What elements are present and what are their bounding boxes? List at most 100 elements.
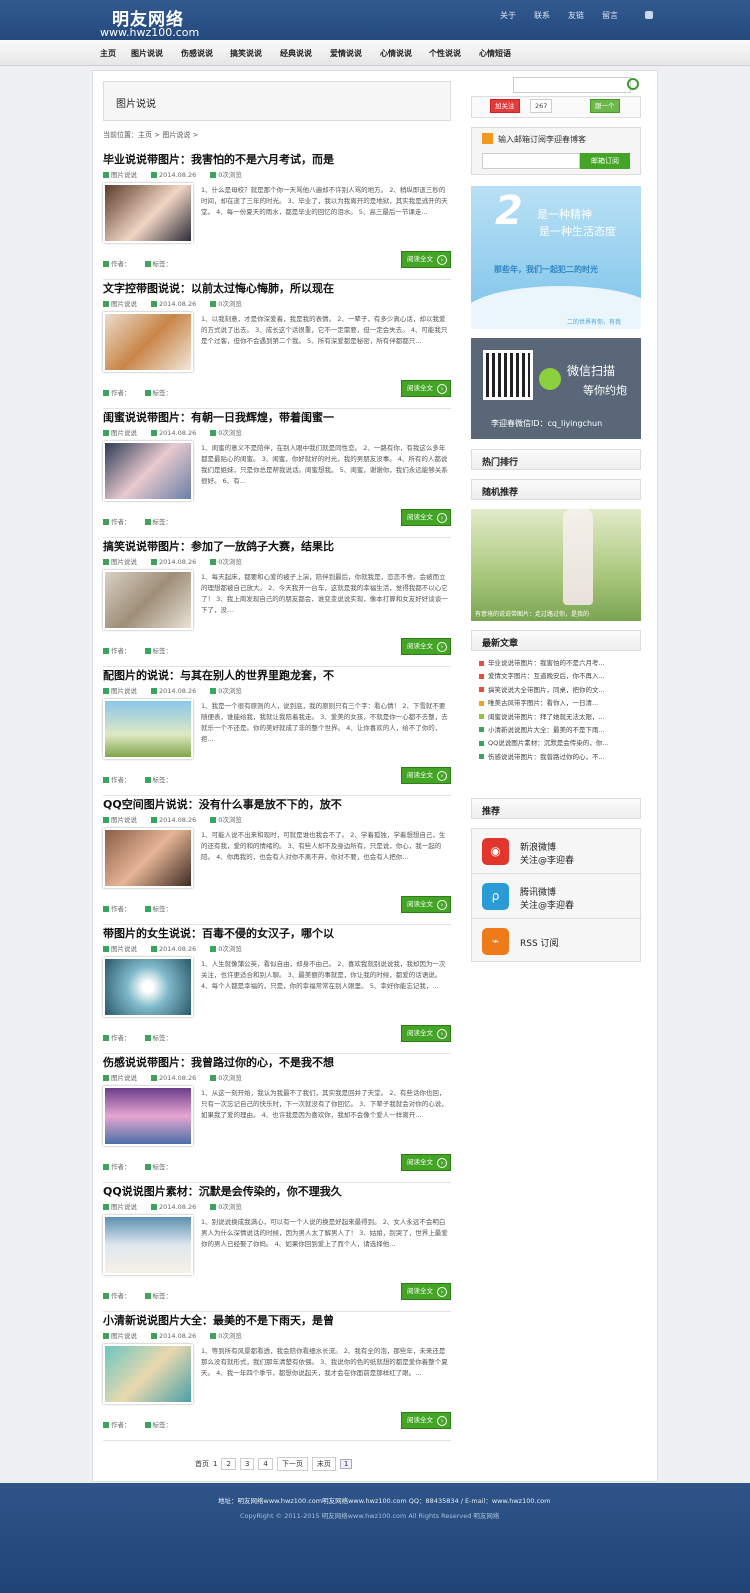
new-post-item[interactable]: 搞笑说说大全带图片，同桌，把你的文... bbox=[479, 684, 639, 697]
rss-icon[interactable] bbox=[645, 11, 653, 19]
tencent-follow-button[interactable]: 跟一个 bbox=[590, 99, 620, 113]
bullet-icon bbox=[479, 727, 484, 733]
top-link-friends[interactable]: 友链 bbox=[568, 10, 602, 21]
nav-item-home[interactable]: 主页 bbox=[100, 48, 116, 59]
post-category[interactable]: 图片说说 bbox=[111, 171, 137, 179]
new-post-link[interactable]: 爱情文字图片：互道晚安后，你不再入... bbox=[488, 672, 605, 680]
pager-page-3[interactable]: 3 bbox=[239, 1458, 255, 1470]
read-more-button[interactable]: 阅读全文 › bbox=[401, 1154, 451, 1171]
new-post-link[interactable]: 闺蜜说说带图片：拜了她就无法太限，... bbox=[488, 713, 605, 721]
nav-item-sad[interactable]: 伤感说说 bbox=[181, 48, 213, 59]
pager-page-2[interactable]: 2 bbox=[221, 1458, 236, 1470]
new-post-link[interactable]: QQ说说图片素材：沉默是会传染的，你... bbox=[488, 739, 608, 747]
post-category[interactable]: 图片说说 bbox=[111, 1203, 137, 1211]
read-more-button[interactable]: 阅读全文 › bbox=[401, 1283, 451, 1300]
pager-first[interactable]: 首页 bbox=[195, 1459, 209, 1469]
random-image[interactable]: 有意境的说说带图片：走过路过你，是我的 bbox=[471, 509, 641, 621]
post-title[interactable]: QQ说说图片素材：沉默是会传染的，你不理我久 bbox=[103, 1183, 342, 1199]
nav-item-picture[interactable]: 图片说说 bbox=[131, 48, 163, 59]
tag-icon bbox=[144, 906, 151, 912]
post-thumbnail[interactable] bbox=[103, 957, 193, 1017]
new-post-item[interactable]: 唯美古风带字图片：看你入，一日清... bbox=[479, 697, 639, 710]
pager-last[interactable]: 末页 bbox=[311, 1457, 336, 1471]
search-input[interactable] bbox=[513, 77, 631, 93]
subscribe-button[interactable]: 邮箱订阅 bbox=[580, 153, 630, 169]
nav-item-funny[interactable]: 搞笑说说 bbox=[230, 48, 262, 59]
top-link-about[interactable]: 关于 bbox=[500, 10, 534, 21]
post-thumbnail[interactable] bbox=[103, 183, 193, 243]
tag-icon bbox=[144, 777, 151, 783]
new-post-item[interactable]: 闺蜜说说带图片：拜了她就无法太限，... bbox=[479, 711, 639, 724]
pager-select[interactable]: 1 bbox=[339, 1459, 353, 1469]
read-more-button[interactable]: 阅读全文 › bbox=[401, 380, 451, 397]
post-thumbnail[interactable] bbox=[103, 1086, 193, 1146]
post-title[interactable]: 小清新说说图片大全：最美的不是下雨天，是曾 bbox=[103, 1312, 334, 1328]
new-post-item[interactable]: QQ说说图片素材：沉默是会传染的，你... bbox=[479, 737, 639, 750]
post-date: 2014.08.26 bbox=[159, 816, 197, 824]
post-category[interactable]: 图片说说 bbox=[111, 945, 137, 953]
bullet-icon bbox=[479, 754, 484, 760]
new-post-item[interactable]: 小清新说说图片大全：最美的不是下雨... bbox=[479, 724, 639, 737]
post-category[interactable]: 图片说说 bbox=[111, 429, 137, 437]
post-title[interactable]: 搞笑说说带图片：参加了一放鸽子大赛，结果比 bbox=[103, 538, 334, 554]
read-more-button[interactable]: 阅读全文 › bbox=[401, 251, 451, 268]
nav-item-love[interactable]: 爱情说说 bbox=[330, 48, 362, 59]
read-more-button[interactable]: 阅读全文 › bbox=[401, 638, 451, 655]
read-more-button[interactable]: 阅读全文 › bbox=[401, 1412, 451, 1429]
banner-er[interactable]: 2 是一种精神 是一种生活态度 那些年，我们一起犯二的时光 二的世界有你，有我 bbox=[471, 186, 641, 329]
nav-item-mood[interactable]: 心情说说 bbox=[380, 48, 412, 59]
follow-tencent-name: 腾讯微博 bbox=[520, 888, 557, 898]
new-post-item[interactable]: 毕业说说带图片：我害怕的不是六月考... bbox=[479, 657, 639, 670]
post-category[interactable]: 图片说说 bbox=[111, 300, 137, 308]
pager-page-4[interactable]: 4 bbox=[258, 1458, 273, 1470]
weibo-follow-badge[interactable]: 加关注 bbox=[490, 99, 520, 113]
post-thumbnail[interactable] bbox=[103, 570, 193, 630]
post-title[interactable]: 闺蜜说说带图片：有朝一日我辉煌，带着闺蜜一 bbox=[103, 409, 334, 425]
new-post-link[interactable]: 毕业说说带图片：我害怕的不是六月考... bbox=[488, 659, 605, 667]
post-category[interactable]: 图片说说 bbox=[111, 1332, 137, 1340]
post-title[interactable]: 毕业说说带图片：我害怕的不是六月考试，而是 bbox=[103, 151, 334, 167]
post-views: 0次浏览 bbox=[218, 300, 242, 308]
nav-item-classic[interactable]: 经典说说 bbox=[280, 48, 312, 59]
post-thumbnail[interactable] bbox=[103, 441, 193, 501]
post-thumbnail[interactable] bbox=[103, 1215, 193, 1275]
wechat-sub: 等你约炮 bbox=[583, 384, 627, 397]
post-category[interactable]: 图片说说 bbox=[111, 558, 137, 566]
new-post-link[interactable]: 搞笑说说大全带图片，同桌，把你的文... bbox=[488, 686, 605, 694]
top-link-message[interactable]: 留言 bbox=[602, 10, 636, 21]
post-title[interactable]: 带图片的女生说说：百毒不侵的女汉子，哪个以 bbox=[103, 925, 334, 941]
post-category[interactable]: 图片说说 bbox=[111, 1074, 137, 1082]
new-post-link[interactable]: 小清新说说图片大全：最美的不是下雨... bbox=[488, 726, 605, 734]
follow-sina[interactable]: ◉ 新浪微博 关注@李迎春 bbox=[472, 829, 642, 874]
read-more-button[interactable]: 阅读全文 › bbox=[401, 1025, 451, 1042]
post-title[interactable]: QQ空间图片说说：没有什么事是放不下的，放不 bbox=[103, 796, 342, 812]
post-thumbnail[interactable] bbox=[103, 312, 193, 372]
tag-icon bbox=[144, 519, 151, 525]
read-more-button[interactable]: 阅读全文 › bbox=[401, 509, 451, 526]
subscribe-email-input[interactable] bbox=[482, 153, 580, 169]
post-title[interactable]: 伤感说说带图片：我曾路过你的心，不是我不想 bbox=[103, 1054, 334, 1070]
post-meta: 图片说说 2014.08.26 0次浏览 bbox=[103, 1201, 256, 1211]
follow-rss[interactable]: ⌁ RSS 订阅 bbox=[472, 919, 642, 964]
new-post-item[interactable]: 爱情文字图片：互道晚安后，你不再入... bbox=[479, 670, 639, 683]
post-thumbnail[interactable] bbox=[103, 699, 193, 759]
post-title[interactable]: 文字控带图说说：以前太过悔心悔肺，所以现在 bbox=[103, 280, 334, 296]
follow-tencent[interactable]: ρ 腾讯微博 关注@李迎春 bbox=[472, 874, 642, 919]
post-footer: 作者： 标签： bbox=[103, 1032, 186, 1042]
top-link-contact[interactable]: 联系 bbox=[534, 10, 568, 21]
post-title[interactable]: 配图片的说说：与其在别人的世界里跑龙套，不 bbox=[103, 667, 334, 683]
search-icon[interactable] bbox=[627, 78, 639, 90]
read-more-button[interactable]: 阅读全文 › bbox=[401, 896, 451, 913]
post-thumbnail[interactable] bbox=[103, 828, 193, 888]
nav-item-personal[interactable]: 个性说说 bbox=[429, 48, 461, 59]
post-category[interactable]: 图片说说 bbox=[111, 687, 137, 695]
read-more-button[interactable]: 阅读全文 › bbox=[401, 767, 451, 784]
new-post-link[interactable]: 伤感说说带图片：我曾路过你的心，不... bbox=[488, 753, 605, 761]
nav-item-phrases[interactable]: 心情短语 bbox=[479, 48, 511, 59]
pager-next[interactable]: 下一页 bbox=[276, 1457, 308, 1471]
post-category[interactable]: 图片说说 bbox=[111, 816, 137, 824]
view-icon bbox=[210, 301, 217, 307]
new-post-item[interactable]: 伤感说说带图片：我曾路过你的心，不... bbox=[479, 751, 639, 764]
new-post-link[interactable]: 唯美古风带字图片：看你入，一日清... bbox=[488, 699, 598, 707]
post-thumbnail[interactable] bbox=[103, 1344, 193, 1404]
